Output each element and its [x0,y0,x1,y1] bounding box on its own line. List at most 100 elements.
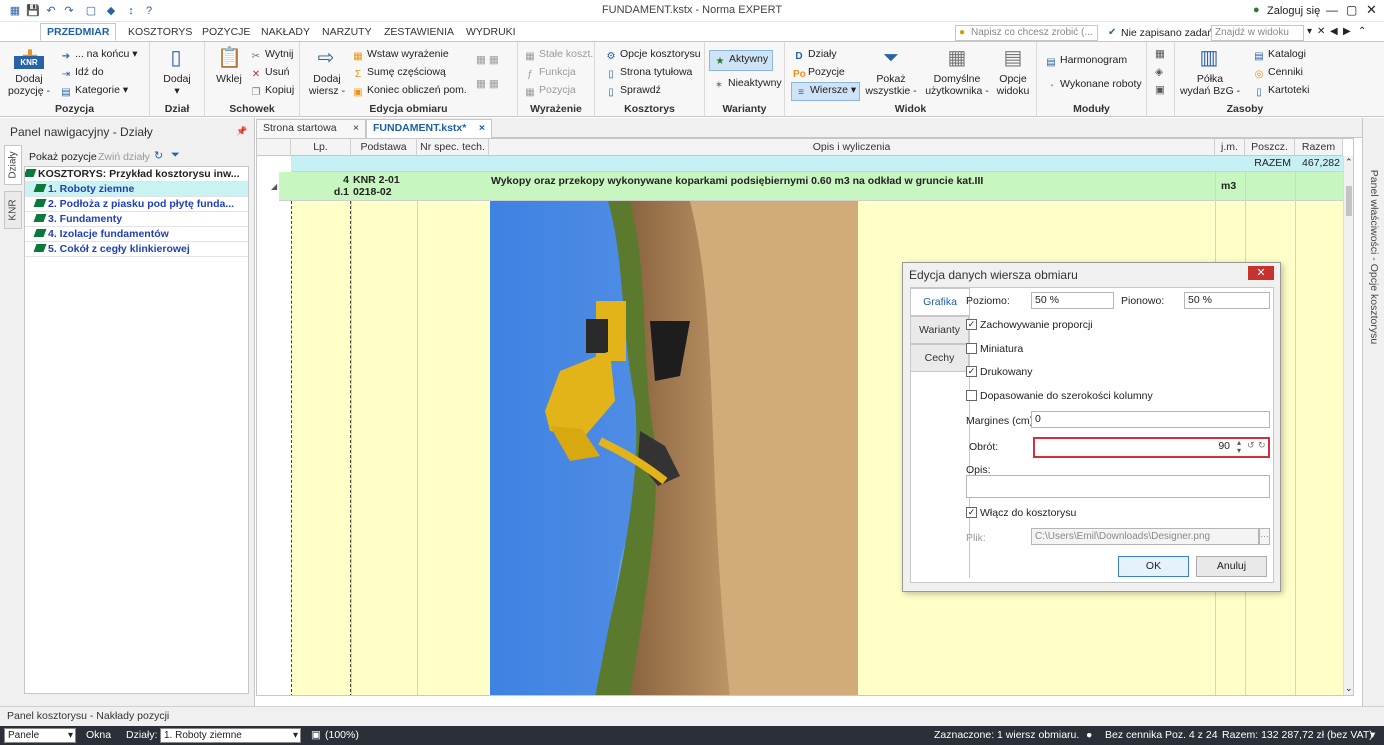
file-input[interactable]: C:\Users\Emil\Downloads\Designer.png [1031,528,1259,545]
partial-sum-button[interactable]: Σ Sumę częściową [352,66,446,81]
pin-icon[interactable]: 📌 [236,126,247,137]
minimize-button[interactable]: — [1326,3,1338,17]
done-works-button[interactable]: ◔ Wykonane roboty [1045,78,1142,93]
cut-button[interactable]: ✂ Wytnij [250,48,294,63]
add-section-button[interactable]: Dodaj ▾ [152,73,202,97]
cancel-button[interactable]: Anuluj [1196,556,1267,577]
tab-naklady[interactable]: NAKŁADY [255,24,316,42]
pricelists-button[interactable]: ◎ Cenniki [1253,66,1303,81]
end-calc-button[interactable]: ▣ Koniec obliczeń pom. [352,84,467,99]
dialog-tab-grafika[interactable]: Grafika [910,288,969,316]
show-all-button[interactable]: Pokaż wszystkie - [863,73,919,97]
printed-checkbox[interactable]: ✓ [966,366,977,377]
view-sections-button[interactable]: D Działy [793,48,836,63]
insert-expression-button[interactable]: ▦ Wstaw wyrażenie [352,48,448,63]
dialog-tab-cechy[interactable]: Cechy [910,344,969,372]
description-input[interactable] [966,475,1270,498]
tell-me-input[interactable]: ● Napisz co chcesz zrobić (... [955,25,1098,41]
copy-button[interactable]: ❐ Kopiuj [250,84,295,99]
thumbnail-checkbox[interactable] [966,343,977,354]
constant-costs-button[interactable]: ▦ Stałe koszt. [524,48,593,63]
col-header-jm[interactable]: j.m. [1215,139,1245,156]
lp-cell-selected[interactable] [291,201,351,695]
status-menu-icon[interactable]: ▾ [1370,729,1375,741]
tab-start-page[interactable]: Strona startowa × [256,119,366,138]
add-row-button[interactable]: Dodaj wiersz - [302,73,352,97]
position-ref-button[interactable]: ▦ Pozycja [524,84,576,99]
rotation-refresh-icon[interactable]: ↻ [1258,440,1266,451]
rotation-reset-icon[interactable]: ↺ [1247,440,1255,451]
tab-narzuty[interactable]: NARZUTY [316,24,378,42]
default-user-view-button[interactable]: Domyślne użytkownika - [923,73,991,97]
categories-button[interactable]: ▤ Kategorie ▾ [60,84,128,99]
dialog-close-button[interactable]: ✕ [1248,266,1274,280]
include-checkbox[interactable]: ✓ [966,507,977,518]
show-positions-button[interactable]: Pokaż pozycje [29,151,97,163]
scroll-down-icon[interactable]: ⌄ [1345,683,1353,694]
panels-combo[interactable]: Panele ▾ [4,728,76,743]
filter-tree-icon[interactable]: ⏷ [171,149,180,162]
properties-rail-tab[interactable]: Panel właściwości - Opcje kosztorysu [1365,122,1383,392]
check-button[interactable]: ▯ Sprawdź [605,84,661,99]
close-tab-icon[interactable]: × [353,120,359,137]
tab-fundament[interactable]: FUNDAMENT.kstx* × [366,119,492,138]
vertical-scrollbar[interactable]: ⌃ ⌄ [1343,156,1353,695]
expand-row-icon[interactable]: ◢ [271,182,277,191]
properties-rail[interactable]: Panel właściwości - Opcje kosztorysu [1362,118,1384,706]
shelf-button[interactable]: Półka wydań BzG - [1175,73,1245,97]
pricelist-status[interactable]: Bez cennika [1105,729,1162,741]
vertical-input[interactable]: 50 % [1184,292,1270,309]
refresh-icon[interactable]: ↻ [154,149,163,162]
dialog-tab-warianty[interactable]: Warianty [910,316,969,344]
tree-item-3[interactable]: 3. Fundamenty [25,212,248,227]
margin-input[interactable]: 0 [1031,411,1270,428]
tab-wydruki[interactable]: WYDRUKI [460,24,522,42]
fit-width-checkbox[interactable] [966,390,977,401]
tab-pozycje[interactable]: POZYCJE [196,24,256,42]
function-button[interactable]: ƒ Funkcja [524,66,576,81]
excavator-photo[interactable] [490,201,858,695]
col-header-razem[interactable]: Razem [1295,139,1343,156]
paste-button[interactable]: Wklej [209,73,249,85]
on-end-button[interactable]: ➔... na końcu ▾ [60,48,138,63]
collapse-sections-button[interactable]: Zwiń działy [98,151,150,163]
scroll-up-icon[interactable]: ⌃ [1345,157,1353,168]
add-position-button[interactable]: Dodaj pozycję - [4,73,54,97]
scroll-thumb[interactable] [1346,186,1352,216]
tab-przedmiar[interactable]: PRZEDMIAR [40,23,117,41]
variant-inactive-button[interactable]: ✶ Nieaktywny [713,77,782,92]
grid-tool-2[interactable]: ▦ ▦ [476,78,499,90]
maximize-button[interactable]: ▢ [1346,3,1357,17]
tree-root[interactable]: KOSZTORYS: Przykład kosztorysu inw... [25,167,248,182]
tree-item-5[interactable]: 5. Cokół z cegły klinkierowej [25,242,248,257]
variant-active-button[interactable]: ★ Aktywny [709,50,774,71]
collapse-ribbon-icon[interactable]: ⌃ [1358,26,1366,37]
calculator-icon[interactable]: ▦ [1155,48,1165,60]
estimate-options-button[interactable]: ⚙ Opcje kosztorysu [605,48,701,63]
rotation-spinner-icon[interactable]: ▴ ▾ [1237,439,1241,455]
view-options-button[interactable]: Opcje widoku [993,73,1033,97]
view-rows-button[interactable]: ≡ Wiersze ▾ [791,82,861,101]
catalogs-button[interactable]: ▤ Katalogi [1253,48,1306,63]
tree-item-4[interactable]: 4. Izolacje fundamentów [25,227,248,242]
zoom-level[interactable]: (100%) [325,729,359,741]
title-page-button[interactable]: ▯ Strona tytułowa [605,66,692,81]
stamp-icon[interactable]: ▣ [1155,84,1165,96]
tree-item-2[interactable]: 2. Podłoża z piasku pod płytę funda... [25,197,248,212]
cards-button[interactable]: ▯ Kartoteki [1253,84,1309,99]
windows-menu[interactable]: Okna [86,729,111,741]
find-prev-icon[interactable]: ◀ [1330,26,1338,37]
delete-button[interactable]: ✕ Usuń [250,66,290,81]
ok-button[interactable]: OK [1118,556,1189,577]
close-tab-icon[interactable]: × [479,120,485,137]
chevron-down-icon[interactable]: ▾ [1307,26,1312,37]
clear-find-icon[interactable]: ✕ [1317,26,1325,37]
col-header-poszcz[interactable]: Poszcz. [1245,139,1295,156]
vtab-dzialy[interactable]: Działy [4,145,22,185]
close-window-button[interactable]: ✕ [1366,2,1377,18]
diamond-icon[interactable]: ◈ [1155,66,1163,78]
tab-zestawienia[interactable]: ZESTAWIENIA [378,24,460,42]
go-to-button[interactable]: ⇥ Idź do [60,66,104,81]
panel-name[interactable]: Panel kosztorysu - Nakłady pozycji [7,710,169,722]
rotation-input[interactable]: 90 [1036,439,1233,456]
